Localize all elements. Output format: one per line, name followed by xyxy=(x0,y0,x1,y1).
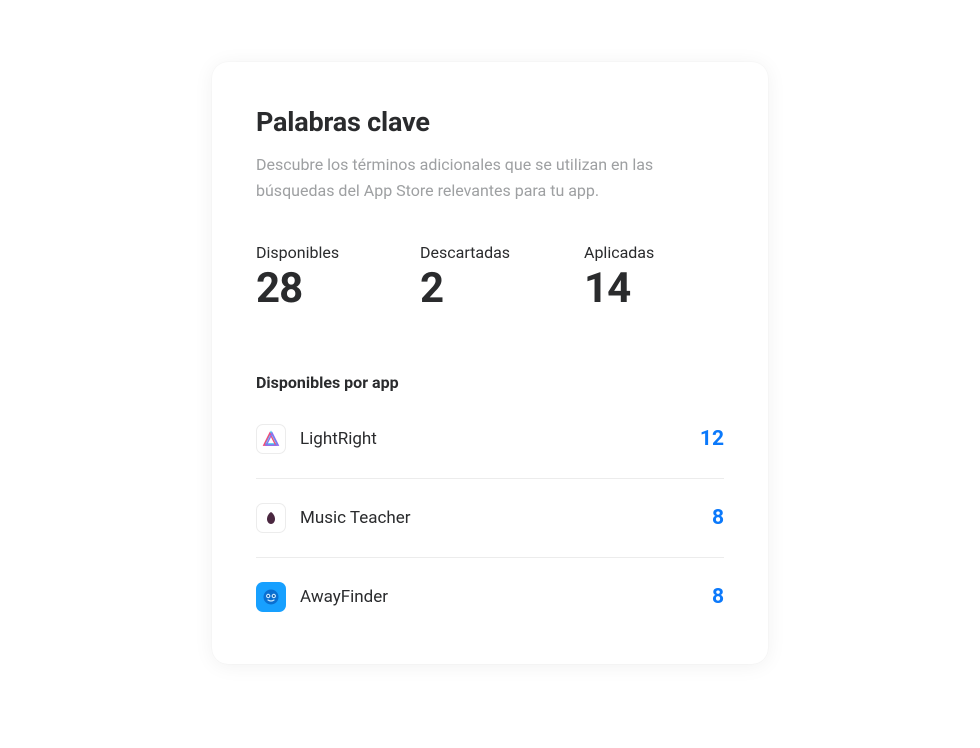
metric-label: Descartadas xyxy=(420,243,550,262)
app-count: 12 xyxy=(700,427,724,451)
metric-label: Disponibles xyxy=(256,243,386,262)
metric-descartadas: Descartadas 2 xyxy=(420,243,550,313)
app-row-left: LightRight xyxy=(256,424,377,454)
metric-label: Aplicadas xyxy=(584,243,714,262)
card-subtitle: Descubre los términos adicionales que se… xyxy=(256,152,716,203)
app-name: AwayFinder xyxy=(300,587,388,607)
metrics-row: Disponibles 28 Descartadas 2 Aplicadas 1… xyxy=(256,243,724,313)
app-count: 8 xyxy=(712,506,724,530)
app-row-left: AwayFinder xyxy=(256,582,388,612)
metric-value: 28 xyxy=(256,264,386,313)
metric-disponibles: Disponibles 28 xyxy=(256,243,386,313)
app-row-musicteacher[interactable]: Music Teacher 8 xyxy=(256,479,724,558)
keywords-card: Palabras clave Descubre los términos adi… xyxy=(212,62,768,664)
app-count: 8 xyxy=(712,585,724,609)
app-name: Music Teacher xyxy=(300,508,411,528)
card-title: Palabras clave xyxy=(256,106,724,138)
apps-list: LightRight 12 Music Teacher 8 xyxy=(256,400,724,620)
metric-value: 14 xyxy=(584,264,714,313)
metric-aplicadas: Aplicadas 14 xyxy=(584,243,714,313)
metric-value: 2 xyxy=(420,264,550,313)
lightright-icon xyxy=(256,424,286,454)
app-row-awayfinder[interactable]: AwayFinder 8 xyxy=(256,558,724,620)
awayfinder-icon xyxy=(256,582,286,612)
musicteacher-icon xyxy=(256,503,286,533)
app-row-lightright[interactable]: LightRight 12 xyxy=(256,400,724,479)
app-row-left: Music Teacher xyxy=(256,503,411,533)
app-name: LightRight xyxy=(300,429,377,449)
apps-section-title: Disponibles por app xyxy=(256,373,724,392)
